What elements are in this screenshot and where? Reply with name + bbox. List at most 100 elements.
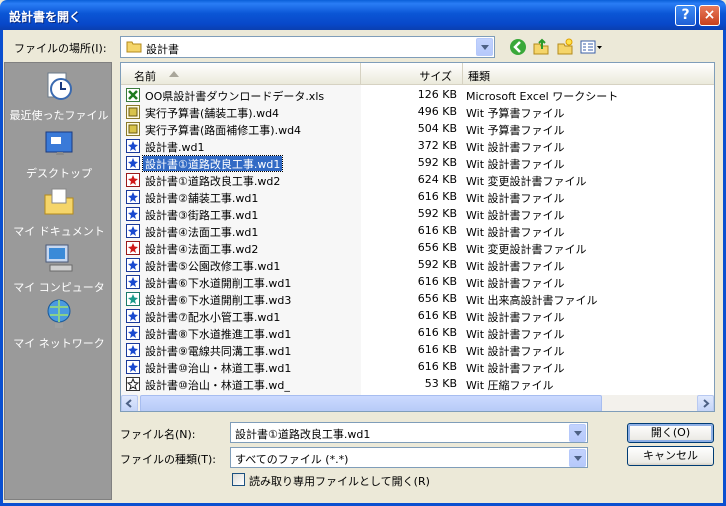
horizontal-scrollbar[interactable] bbox=[121, 395, 714, 411]
file-row[interactable]: 設計書⑩治山・林道工事.wd1 616 KB Wit 設計書ファイル bbox=[121, 359, 714, 376]
design-file-icon bbox=[126, 258, 140, 272]
file-row[interactable]: 設計書⑨電線共同溝工事.wd1 616 KB Wit 設計書ファイル bbox=[121, 342, 714, 359]
file-row[interactable]: 設計書③街路工事.wd1 592 KB Wit 設計書ファイル bbox=[121, 206, 714, 223]
place-my-network[interactable]: マイ ネットワーク bbox=[5, 297, 113, 351]
close-button[interactable]: × bbox=[699, 5, 720, 26]
up-folder-icon[interactable] bbox=[532, 38, 550, 56]
file-type: Wit 設計書ファイル bbox=[466, 311, 565, 324]
place-my-documents-label: マイ ドキュメント bbox=[13, 225, 105, 238]
file-row[interactable]: 設計書⑩治山・林道工事.wd_ 53 KB Wit 圧縮ファイル bbox=[121, 376, 714, 393]
file-row[interactable]: 設計書⑤公園改修工事.wd1 592 KB Wit 設計書ファイル bbox=[121, 257, 714, 274]
new-folder-icon[interactable] bbox=[556, 38, 574, 56]
file-row[interactable]: OO県設計書ダウンロードデータ.xls 126 KB Microsoft Excel… bbox=[121, 87, 714, 104]
file-size: 616 KB bbox=[417, 224, 457, 237]
look-in-combo[interactable]: 設計書 bbox=[120, 36, 495, 58]
filetype-value: すべてのファイル (*.*) bbox=[235, 453, 349, 466]
file-row[interactable]: 設計書④法面工事.wd1 616 KB Wit 設計書ファイル bbox=[121, 223, 714, 240]
file-size: 656 KB bbox=[417, 241, 457, 254]
column-header-type-label: 種類 bbox=[468, 70, 490, 83]
back-icon[interactable] bbox=[509, 38, 527, 56]
desktop-icon bbox=[45, 131, 73, 155]
file-name: 設計書⑧下水道推進工事.wd1 bbox=[145, 328, 292, 341]
file-name: 設計書⑨電線共同溝工事.wd1 bbox=[145, 345, 292, 358]
readonly-checkbox[interactable] bbox=[232, 473, 245, 486]
my-network-icon bbox=[47, 299, 71, 328]
file-size: 616 KB bbox=[417, 190, 457, 203]
file-name: 設計書.wd1 bbox=[145, 141, 205, 154]
file-row[interactable]: 設計書②舗装工事.wd1 616 KB Wit 設計書ファイル bbox=[121, 189, 714, 206]
place-my-computer-label: マイ コンピュータ bbox=[13, 281, 105, 294]
scroll-right-button[interactable] bbox=[697, 395, 714, 411]
file-type: Wit 圧縮ファイル bbox=[466, 379, 554, 392]
file-row[interactable]: 設計書④法面工事.wd2 656 KB Wit 変更設計書ファイル bbox=[121, 240, 714, 257]
column-header-size[interactable]: サイズ bbox=[361, 63, 463, 85]
file-size: 372 KB bbox=[417, 139, 457, 152]
scroll-thumb[interactable] bbox=[140, 395, 602, 411]
file-name: 設計書⑩治山・林道工事.wd1 bbox=[145, 362, 292, 375]
file-name: 設計書⑤公園改修工事.wd1 bbox=[145, 260, 281, 273]
file-size: 656 KB bbox=[417, 292, 457, 305]
file-row[interactable]: 設計書⑥下水道開削工事.wd3 656 KB Wit 出来高設計書ファイル bbox=[121, 291, 714, 308]
file-type: Wit 出来高設計書ファイル bbox=[466, 294, 598, 307]
file-type: Wit 設計書ファイル bbox=[466, 260, 565, 273]
chevron-down-icon[interactable] bbox=[569, 449, 586, 467]
file-size: 616 KB bbox=[417, 326, 457, 339]
file-row[interactable]: 実行予算書(舗装工事).wd4 496 KB Wit 予算書ファイル bbox=[121, 104, 714, 121]
file-list[interactable]: 名前 サイズ 種類 OO県設計書ダウンロードデータ.xls 126 KB Micro… bbox=[120, 62, 715, 412]
place-desktop-label: デスクトップ bbox=[26, 167, 92, 180]
my-computer-icon bbox=[45, 244, 73, 272]
place-recent-label: 最近使ったファイル bbox=[9, 109, 109, 122]
place-my-computer[interactable]: マイ コンピュータ bbox=[5, 241, 113, 295]
file-row[interactable]: 設計書⑥下水道開削工事.wd1 616 KB Wit 設計書ファイル bbox=[121, 274, 714, 291]
design-file-icon bbox=[126, 139, 140, 153]
file-type: Wit 予算書ファイル bbox=[466, 107, 565, 120]
change-file-icon bbox=[126, 173, 140, 187]
cancel-button[interactable]: キャンセル bbox=[627, 446, 714, 466]
view-menu-icon[interactable] bbox=[580, 38, 602, 56]
file-row[interactable]: 設計書①道路改良工事.wd1 592 KB Wit 設計書ファイル bbox=[121, 155, 714, 172]
filetype-select[interactable]: すべてのファイル (*.*) bbox=[230, 447, 588, 468]
sort-ascending-icon bbox=[169, 71, 179, 77]
file-size: 624 KB bbox=[417, 173, 457, 186]
file-size: 616 KB bbox=[417, 309, 457, 322]
folder-icon bbox=[126, 41, 142, 53]
file-name: 設計書②舗装工事.wd1 bbox=[145, 192, 259, 205]
file-name: 実行予算書(路面補修工事).wd4 bbox=[145, 124, 302, 137]
place-my-documents[interactable]: マイ ドキュメント bbox=[5, 185, 113, 239]
budget-file-icon bbox=[126, 122, 140, 136]
file-type: Wit 設計書ファイル bbox=[466, 158, 565, 171]
column-header-name-label: 名前 bbox=[134, 70, 156, 83]
file-size: 592 KB bbox=[417, 207, 457, 220]
file-type: Wit 設計書ファイル bbox=[466, 226, 565, 239]
help-button[interactable]: ? bbox=[675, 5, 696, 26]
file-name: 設計書①道路改良工事.wd2 bbox=[145, 175, 281, 188]
file-type: Wit 変更設計書ファイル bbox=[466, 243, 587, 256]
file-size: 126 KB bbox=[417, 88, 457, 101]
filename-input[interactable]: 設計書①道路改良工事.wd1 bbox=[230, 422, 588, 443]
place-desktop[interactable]: デスクトップ bbox=[5, 127, 113, 181]
window-title: 設計書を開く bbox=[9, 10, 82, 24]
scroll-left-button[interactable] bbox=[121, 395, 138, 411]
title-bar[interactable]: 設計書を開く ? × bbox=[0, 0, 726, 30]
file-type: Wit 設計書ファイル bbox=[466, 192, 565, 205]
file-row[interactable]: 設計書.wd1 372 KB Wit 設計書ファイル bbox=[121, 138, 714, 155]
column-header-size-label: サイズ bbox=[419, 70, 452, 83]
design-file-icon bbox=[126, 309, 140, 323]
chevron-down-icon[interactable] bbox=[569, 424, 586, 442]
open-button[interactable]: 開く(O) bbox=[627, 423, 714, 443]
column-header-name[interactable]: 名前 bbox=[121, 63, 361, 85]
look-in-label: ファイルの場所(I): bbox=[14, 42, 107, 55]
chevron-down-icon[interactable] bbox=[476, 38, 493, 56]
file-row[interactable]: 設計書①道路改良工事.wd2 624 KB Wit 変更設計書ファイル bbox=[121, 172, 714, 189]
place-recent[interactable]: 最近使ったファイル bbox=[5, 69, 113, 123]
file-row[interactable]: 設計書⑧下水道推進工事.wd1 616 KB Wit 設計書ファイル bbox=[121, 325, 714, 342]
file-row[interactable]: 実行予算書(路面補修工事).wd4 504 KB Wit 予算書ファイル bbox=[121, 121, 714, 138]
file-name: 設計書③街路工事.wd1 bbox=[145, 209, 259, 222]
column-header-type[interactable]: 種類 bbox=[463, 63, 714, 85]
file-type: Wit 設計書ファイル bbox=[466, 328, 565, 341]
file-size: 592 KB bbox=[417, 156, 457, 169]
file-type: Wit 設計書ファイル bbox=[466, 345, 565, 358]
file-row[interactable]: 設計書⑦配水小管工事.wd1 616 KB Wit 設計書ファイル bbox=[121, 308, 714, 325]
file-type: Microsoft Excel ワークシート bbox=[466, 90, 619, 103]
file-type: Wit 設計書ファイル bbox=[466, 362, 565, 375]
